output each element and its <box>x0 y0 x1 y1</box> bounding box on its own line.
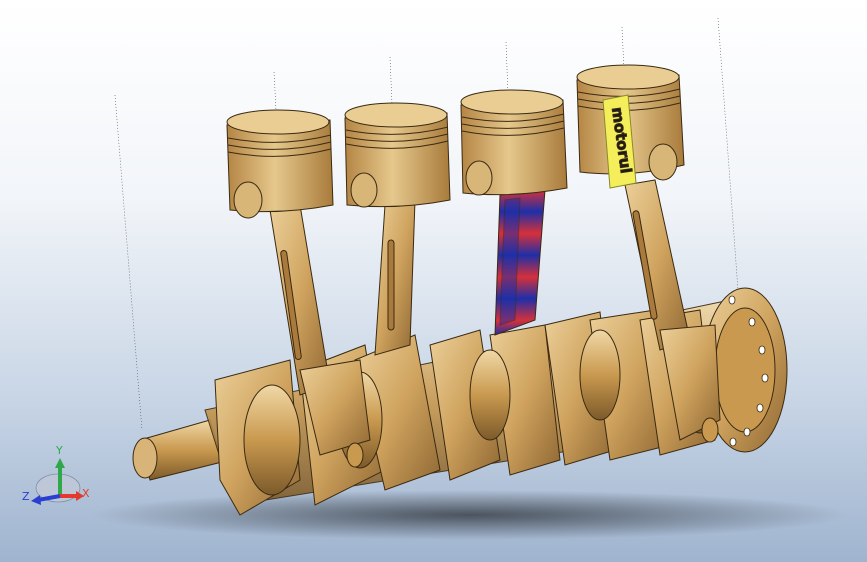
connecting-rod-3-stress[interactable] <box>494 189 546 336</box>
piston-3[interactable] <box>460 89 568 196</box>
piston-2[interactable] <box>344 102 451 208</box>
connecting-rod-2[interactable] <box>374 199 416 356</box>
piston-4[interactable]: motorul <box>576 64 685 189</box>
triad-x-label: X <box>82 487 90 500</box>
orientation-triad[interactable]: Y X Z <box>22 444 90 505</box>
triad-z-arrow-icon <box>31 495 41 505</box>
cad-model-scene[interactable]: motorul Y X Z <box>0 0 867 562</box>
triad-y-arrow-icon <box>55 458 65 468</box>
triad-y-label: Y <box>55 444 63 457</box>
ground-shadow <box>90 490 850 540</box>
piston-1[interactable] <box>226 109 334 219</box>
triad-z-label: Z <box>22 490 30 503</box>
cad-graphics-viewport[interactable]: motorul Y X Z <box>0 0 867 562</box>
